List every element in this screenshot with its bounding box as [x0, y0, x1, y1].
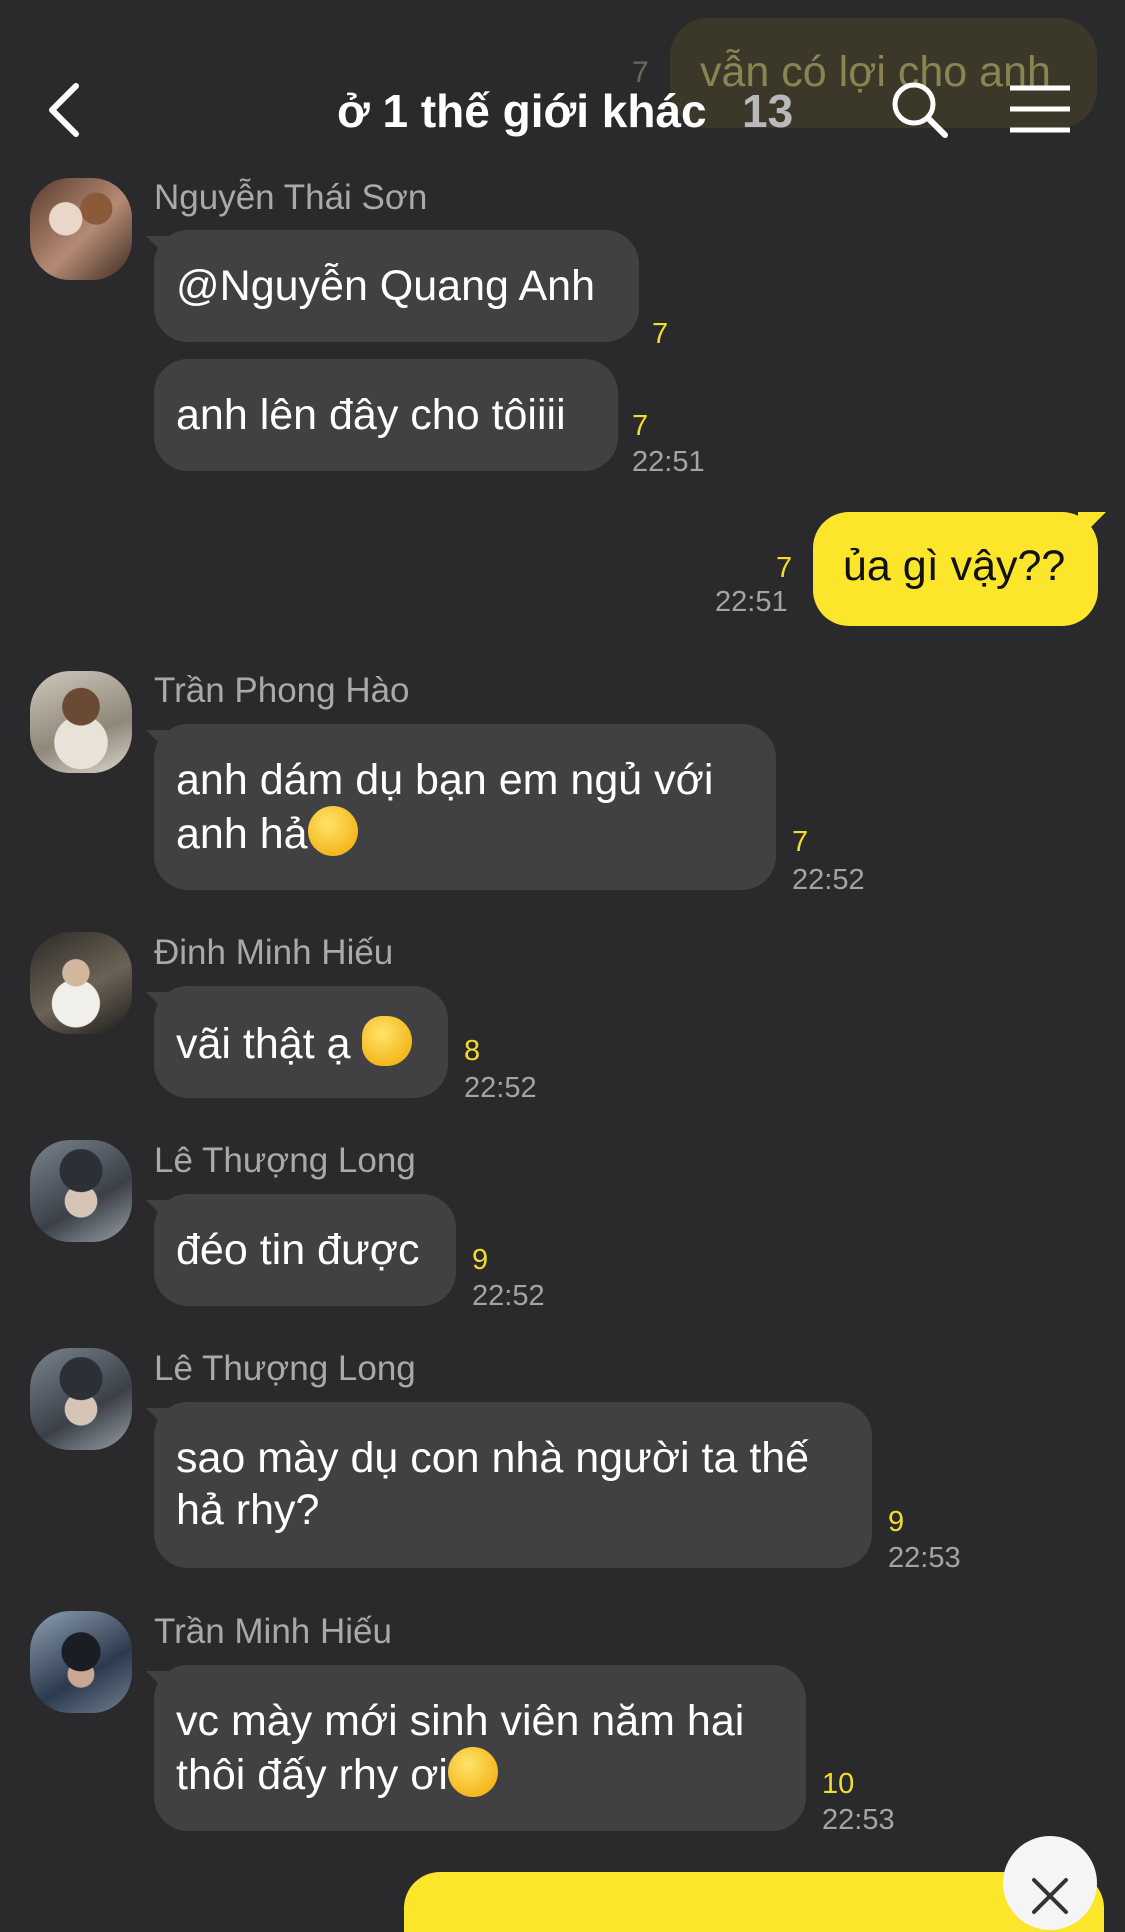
- message-text: @Nguyễn Quang Anh: [176, 262, 595, 310]
- unread-count: 7: [776, 552, 793, 584]
- sender-name: Nguyễn Thái Sơn: [154, 178, 428, 217]
- sender-name: Lê Thượng Long: [154, 1141, 416, 1180]
- message-time: 22:52: [792, 864, 865, 896]
- unread-count: 7: [632, 410, 649, 442]
- my-message-bubble-partial[interactable]: [404, 1872, 1104, 1932]
- unread-count: 9: [472, 1244, 489, 1276]
- message-bubble[interactable]: đéo tin được: [154, 1194, 456, 1306]
- close-button[interactable]: [1003, 1836, 1097, 1930]
- search-icon[interactable]: [890, 80, 950, 140]
- huffing-face-emoji-icon: [307, 806, 358, 856]
- message-bubble[interactable]: vãi thật ạ: [154, 986, 448, 1098]
- menu-icon[interactable]: [1008, 84, 1072, 134]
- message-time: 22:53: [888, 1542, 961, 1574]
- avatar[interactable]: [30, 1611, 132, 1713]
- sender-name: Trần Phong Hào: [154, 671, 410, 710]
- message-text: ủa gì vậy??: [843, 542, 1066, 590]
- my-message-bubble[interactable]: ủa gì vậy??: [813, 512, 1098, 626]
- chat-title: ở 1 thế giới khác: [337, 85, 707, 137]
- message-bubble[interactable]: @Nguyễn Quang Anh: [154, 230, 639, 342]
- message-text: anh dám dụ bạn em ngủ với: [176, 756, 714, 804]
- message-bubble[interactable]: vc mày mới sinh viên năm hai thôi đấy rh…: [154, 1665, 806, 1831]
- message-text: anh lên đây cho tôiiii: [176, 391, 566, 439]
- message-text: vãi thật ạ: [176, 1020, 351, 1068]
- message-bubble[interactable]: sao mày dụ con nhà người ta thế hả rhy?: [154, 1402, 872, 1568]
- message-bubble[interactable]: anh lên đây cho tôiiii: [154, 359, 618, 471]
- sender-name: Trần Minh Hiếu: [154, 1612, 392, 1651]
- message-text: sao mày dụ con nhà người ta thế: [176, 1434, 810, 1482]
- sender-name: Đinh Minh Hiếu: [154, 933, 394, 972]
- message-text: thôi đấy rhy ơi: [176, 1751, 448, 1799]
- member-count: 13: [742, 85, 794, 137]
- avatar[interactable]: [30, 1348, 132, 1450]
- message-time: 22:52: [464, 1072, 537, 1104]
- avatar[interactable]: [30, 1140, 132, 1242]
- message-time: 22:51: [632, 446, 705, 478]
- unread-count: 7: [792, 826, 809, 858]
- sender-name: Lê Thượng Long: [154, 1349, 416, 1388]
- avatar[interactable]: [30, 671, 132, 773]
- unread-count: 7: [652, 318, 669, 350]
- close-icon: [1032, 1878, 1068, 1914]
- unread-count: 8: [464, 1035, 481, 1067]
- back-arrow-icon[interactable]: [44, 80, 94, 140]
- unread-count: 9: [888, 1506, 905, 1538]
- message-text: hả rhy?: [176, 1486, 320, 1534]
- chat-header: vẫn có lợi cho anh 7 ở 1 thế giới khác 1…: [0, 0, 1125, 170]
- message-text: anh hả: [176, 810, 308, 858]
- message-text: đéo tin được: [176, 1226, 420, 1274]
- message-text: vc mày mới sinh viên năm hai: [176, 1697, 745, 1745]
- raised-eyebrow-face-emoji-icon: [447, 1747, 498, 1797]
- message-time: 22:53: [822, 1804, 895, 1836]
- pointing-hand-emoji-icon: [362, 1016, 413, 1066]
- unread-count: 10: [822, 1768, 855, 1800]
- message-bubble[interactable]: anh dám dụ bạn em ngủ với anh hả: [154, 724, 776, 890]
- message-time: 22:52: [472, 1280, 545, 1312]
- message-time: 22:51: [715, 586, 788, 618]
- avatar[interactable]: [30, 178, 132, 280]
- avatar[interactable]: [30, 932, 132, 1034]
